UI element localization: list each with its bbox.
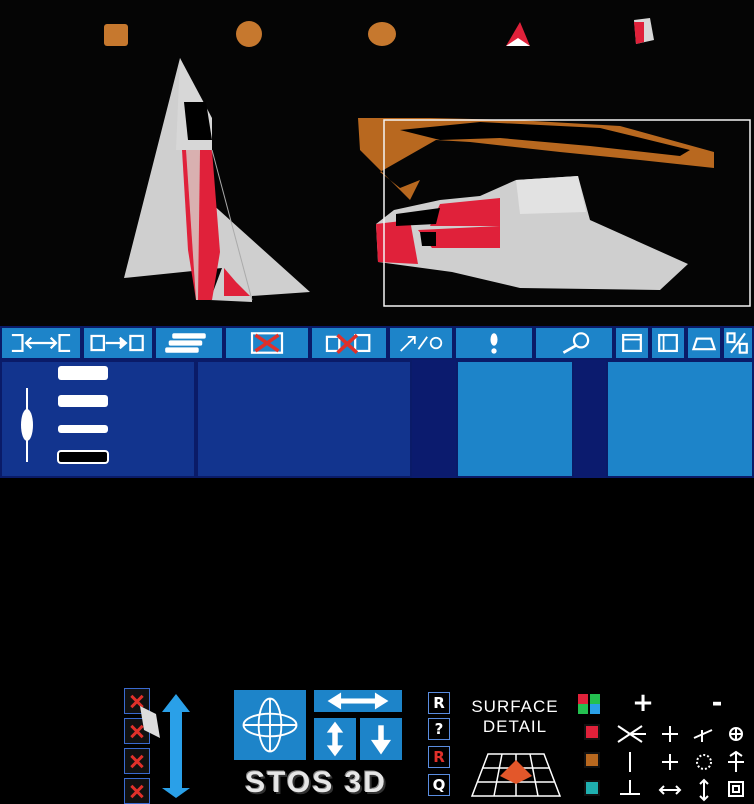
move-depth-button[interactable] [358, 716, 404, 762]
light-icon [490, 333, 498, 354]
plus-button[interactable]: + [630, 690, 656, 716]
view-front-icon [622, 333, 642, 353]
rotation-panel [196, 360, 412, 478]
copy-object-icon [90, 334, 144, 352]
vertical-slider-icon[interactable] [16, 388, 38, 462]
arrow-left-right-icon [327, 692, 389, 710]
color-brown-swatch[interactable] [584, 752, 600, 768]
surface-grid-icon [470, 753, 562, 797]
zoom-button[interactable] [534, 326, 614, 360]
surface-detail-panel[interactable] [456, 360, 574, 478]
3d-viewport[interactable] [0, 0, 754, 326]
ribbon-base-icon[interactable] [54, 446, 114, 468]
stack-layers-button[interactable] [154, 326, 224, 360]
ribbon-medium-icon[interactable] [54, 390, 114, 412]
thumb-object-3[interactable] [368, 22, 396, 46]
palette-icon[interactable] [576, 692, 604, 716]
delete-object-icon [250, 332, 284, 354]
scale-rotate-icon [400, 335, 443, 352]
view-side-icon [658, 333, 678, 353]
rotate-3d-icon [242, 697, 298, 753]
ribbon-thick-icon[interactable] [54, 362, 114, 384]
minus-button[interactable]: - [704, 690, 730, 716]
scene-canvas[interactable] [0, 0, 754, 326]
arrow-up-down-icon [326, 721, 344, 757]
percent-button[interactable] [722, 326, 754, 360]
ribbon-thin-icon[interactable] [54, 418, 114, 440]
tool-grid-panel [606, 360, 754, 478]
zoom-icon [562, 332, 590, 354]
scale-rotate-button[interactable] [388, 326, 454, 360]
rotate-3d-button[interactable] [232, 688, 308, 762]
delete-copy-button[interactable] [310, 326, 388, 360]
arrow-depth-icon [370, 725, 392, 755]
quit-button[interactable]: Q [428, 774, 450, 796]
thumb-object-4[interactable] [506, 22, 530, 46]
thumb-object-5[interactable] [634, 18, 654, 44]
transform-tools-grid[interactable] [612, 720, 752, 802]
color-teal-swatch[interactable] [584, 780, 600, 796]
copy-object-button[interactable] [82, 326, 154, 360]
delete-copy-icon [325, 333, 371, 355]
surface-detail-label: SURFACE DETAIL [460, 697, 570, 737]
move-horizontal-button[interactable] [312, 688, 404, 714]
app-logo: STOS 3D [245, 766, 387, 799]
surface-label-line2: DETAIL [482, 717, 548, 736]
move-vertical-button[interactable] [312, 716, 358, 762]
link-objects-icon [11, 333, 71, 353]
stack-layers-icon [165, 333, 206, 353]
view-top-button[interactable] [686, 326, 722, 360]
reset-button[interactable]: R [428, 746, 450, 768]
thumb-object-1[interactable] [104, 24, 128, 46]
view-front-button[interactable] [614, 326, 650, 360]
percent-icon [726, 332, 748, 354]
depth-arrow-icon[interactable] [136, 694, 192, 798]
view-top-icon [691, 337, 717, 351]
surface-label-line1: SURFACE [471, 697, 559, 716]
ship-model[interactable] [358, 118, 714, 290]
color-red-swatch[interactable] [584, 724, 600, 740]
view-side-button[interactable] [650, 326, 686, 360]
delete-object-button[interactable] [224, 326, 310, 360]
render-button[interactable]: R [428, 692, 450, 714]
link-objects-button[interactable] [0, 326, 82, 360]
control-panel: STOS 3D R ? R Q SURFACE DETAIL + - [0, 326, 754, 804]
light-button[interactable] [454, 326, 534, 360]
thumb-object-2[interactable] [236, 21, 262, 47]
jet-model[interactable] [124, 58, 310, 302]
help-button[interactable]: ? [428, 718, 450, 740]
